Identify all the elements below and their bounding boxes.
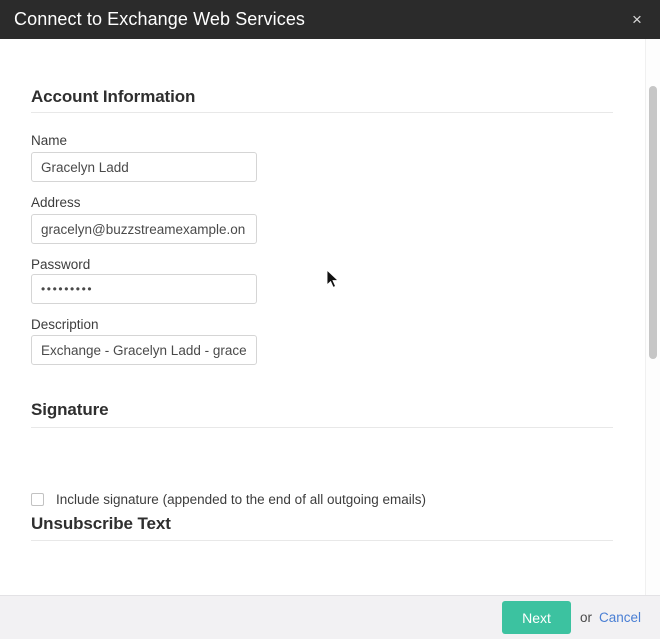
section-heading-account: Account Information	[31, 87, 196, 106]
include-signature-checkbox[interactable]	[31, 493, 44, 506]
label-description: Description	[31, 317, 99, 332]
exchange-connect-dialog: Connect to Exchange Web Services × Accou…	[0, 0, 660, 639]
password-input[interactable]	[31, 274, 257, 304]
scrollbar-thumb[interactable]	[649, 86, 657, 359]
include-signature-row[interactable]: Include signature (appended to the end o…	[31, 492, 426, 507]
cancel-link[interactable]: Cancel	[599, 610, 641, 625]
section-divider-signature	[31, 427, 613, 428]
page-title: Connect to Exchange Web Services	[14, 9, 306, 29]
scrollbar-track[interactable]	[645, 39, 660, 595]
label-password: Password	[31, 257, 91, 272]
description-input[interactable]	[31, 335, 257, 365]
or-label: or	[579, 610, 592, 625]
section-heading-signature: Signature	[31, 400, 109, 419]
label-name: Name	[31, 133, 68, 148]
include-signature-label: Include signature (appended to the end o…	[56, 492, 427, 507]
next-button[interactable]: Next	[502, 601, 571, 634]
section-heading-unsubscribe: Unsubscribe Text	[31, 514, 171, 533]
label-address: Address	[31, 195, 81, 210]
dialog-header: Connect to Exchange Web Services ×	[0, 0, 660, 39]
dialog-body: Account Information Name Address Passwor…	[0, 39, 660, 595]
section-divider-account	[31, 112, 613, 113]
name-input[interactable]	[31, 152, 257, 182]
address-input[interactable]	[31, 214, 257, 244]
section-divider-unsubscribe	[31, 540, 613, 541]
close-icon[interactable]: ×	[624, 7, 650, 31]
dialog-footer: Next or Cancel	[0, 595, 660, 639]
